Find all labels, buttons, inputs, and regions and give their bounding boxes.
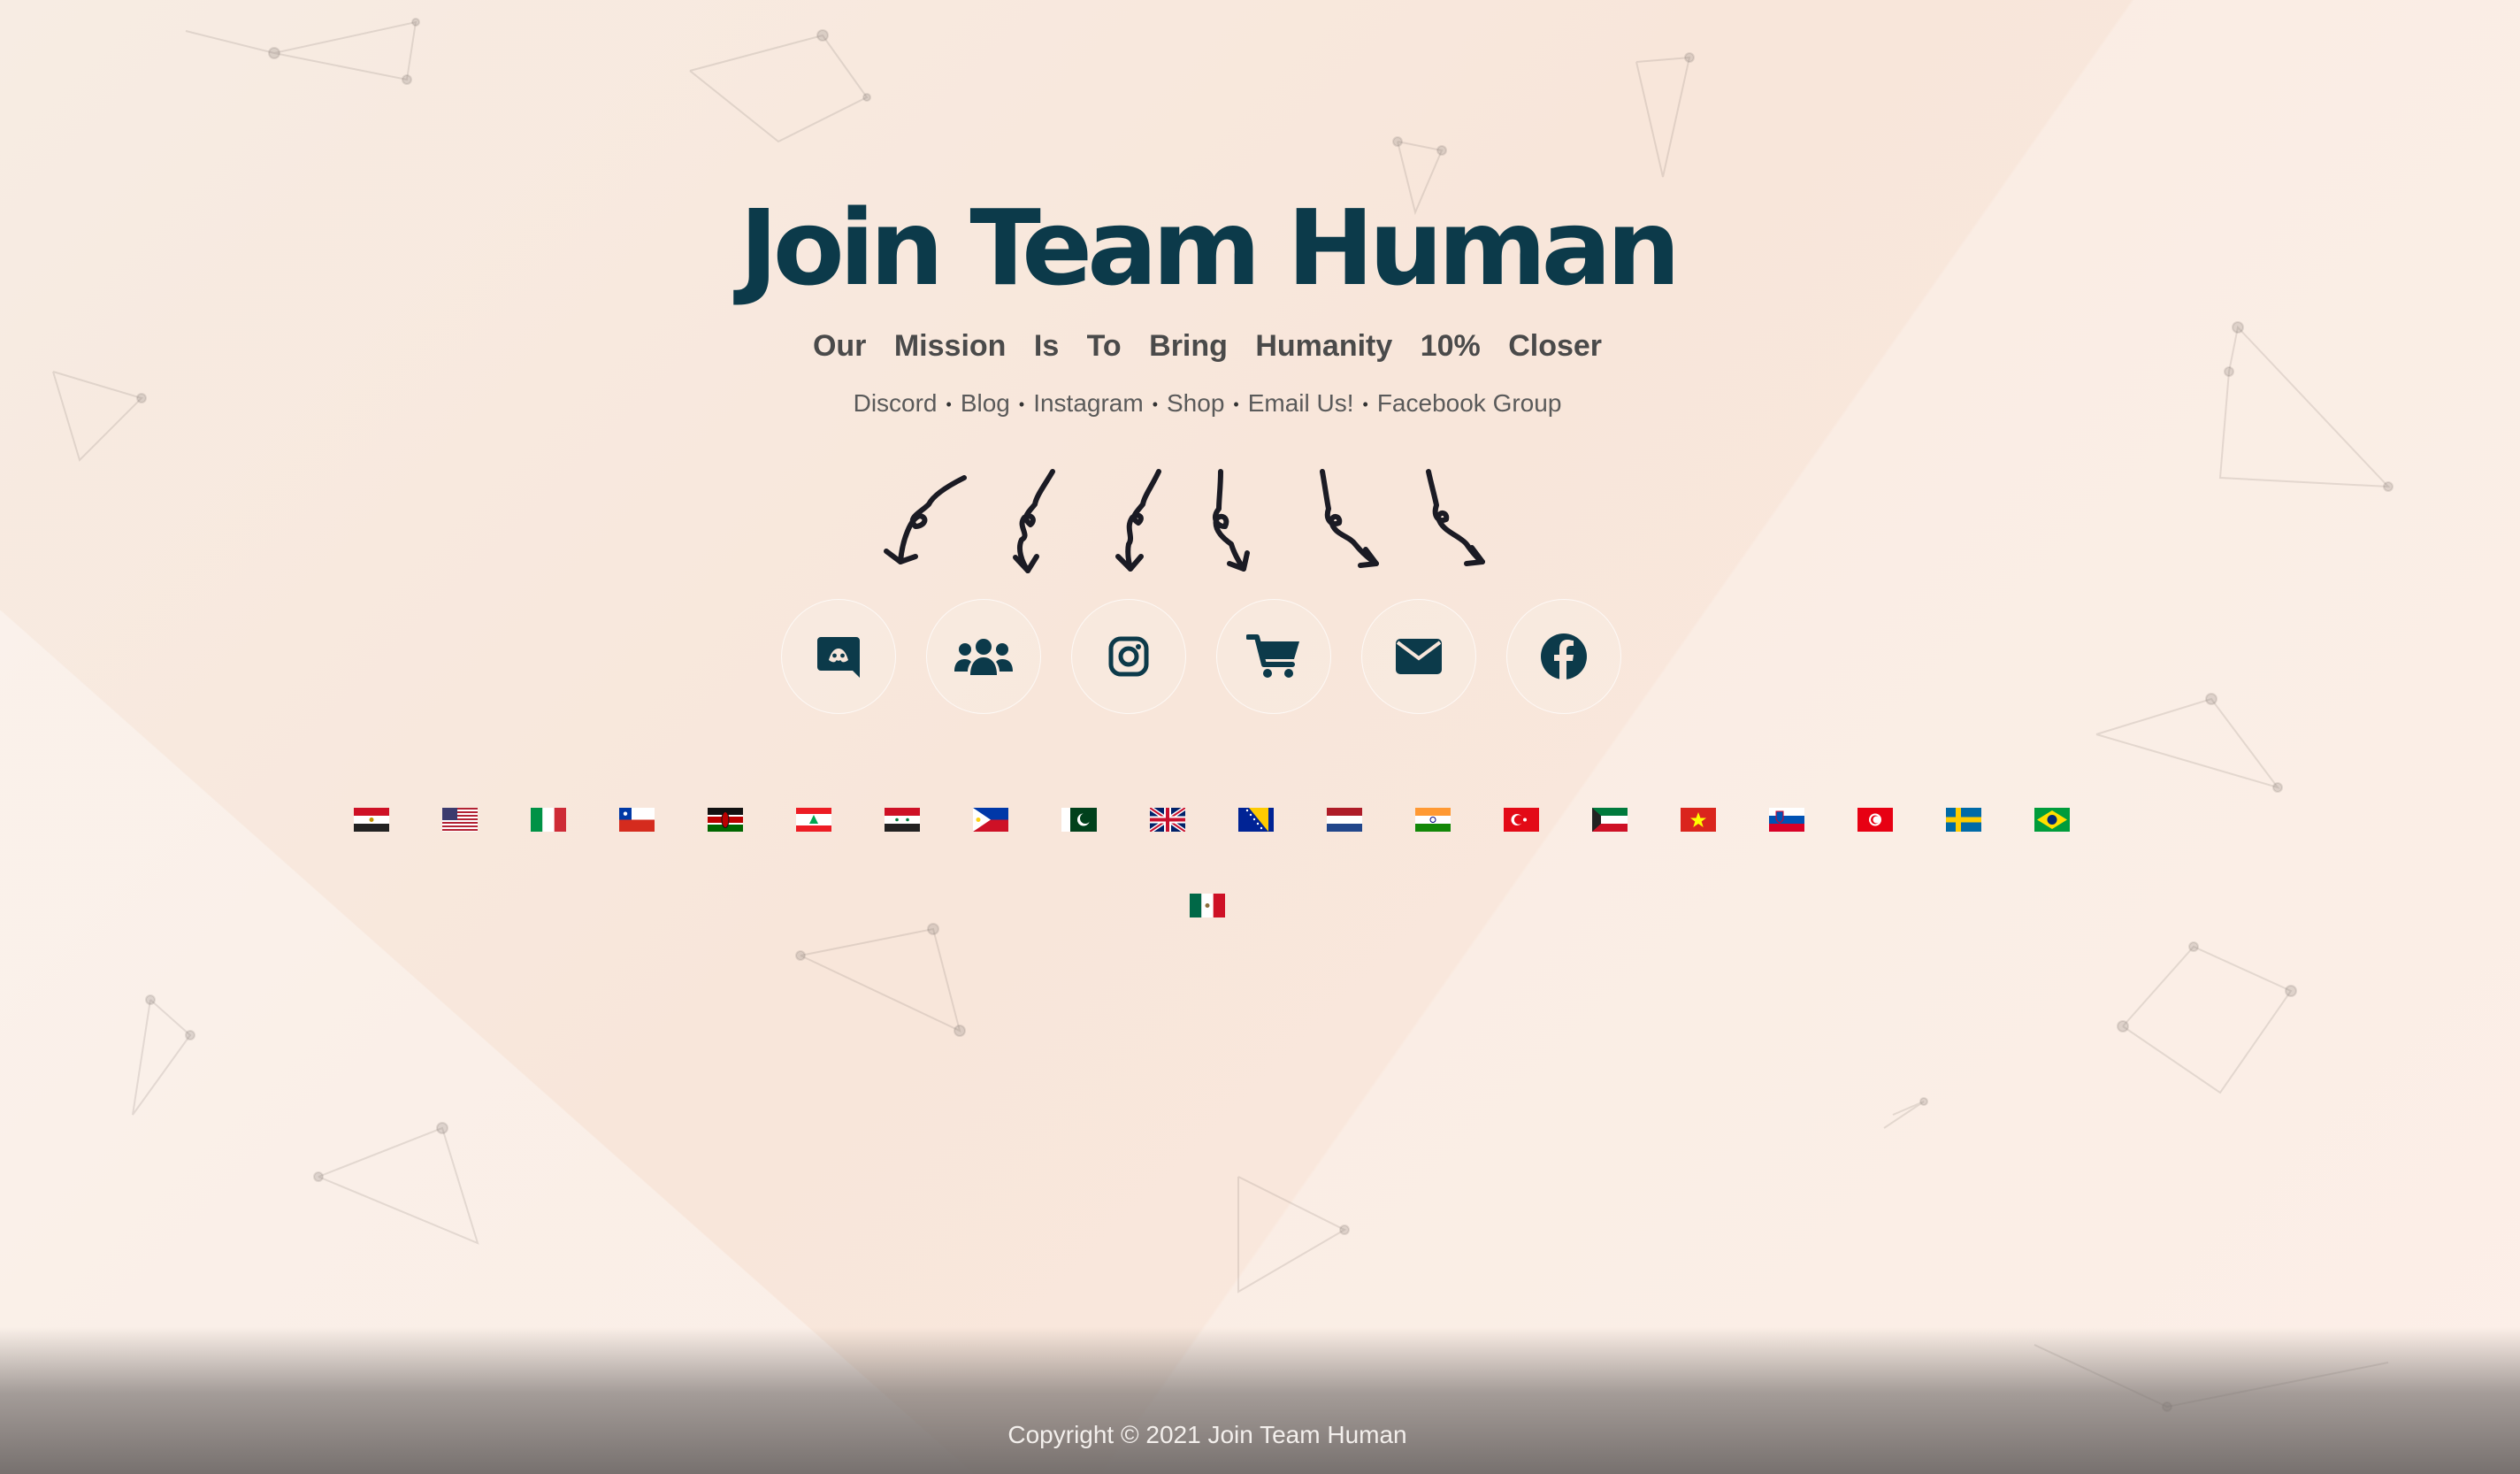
page-title: Join Team Human xyxy=(739,187,1681,309)
instagram-icon xyxy=(1108,636,1149,677)
flag-united-kingdom[interactable] xyxy=(1150,808,1185,832)
flag-vietnam[interactable] xyxy=(1681,808,1716,832)
email-link[interactable]: Email Us! xyxy=(1248,389,1354,417)
arrow-down-right-icon xyxy=(1213,469,1250,572)
separator: • xyxy=(1362,395,1368,414)
arrow-down-right-icon xyxy=(1320,469,1379,568)
country-flags xyxy=(0,808,2520,932)
users-group-icon xyxy=(954,639,1013,675)
flag-philippines[interactable] xyxy=(973,808,1008,832)
mission-subtitle: Our Mission Is To Bring Humanity 10% Clo… xyxy=(812,329,1603,363)
flag-egypt[interactable] xyxy=(354,808,389,832)
footer-bar xyxy=(0,1327,2520,1474)
envelope-icon xyxy=(1396,639,1442,674)
facebook-icon xyxy=(1541,633,1587,679)
social-buttons xyxy=(781,599,1621,714)
flag-netherlands[interactable] xyxy=(1327,808,1362,832)
arrow-down-right-icon xyxy=(1426,469,1485,566)
separator: • xyxy=(1018,395,1025,414)
flag-united-states[interactable] xyxy=(442,808,478,832)
instagram-button[interactable] xyxy=(1071,599,1186,714)
shop-link[interactable]: Shop xyxy=(1167,389,1224,417)
discord-icon xyxy=(817,637,860,678)
arrow-down-icon xyxy=(1115,469,1161,572)
nav-links: Discord • Blog • Instagram • Shop • Email Us! • Fa… xyxy=(0,389,2415,418)
flag-chile[interactable] xyxy=(619,808,655,832)
arrow-down-icon xyxy=(1013,469,1055,573)
email-button[interactable] xyxy=(1361,599,1476,714)
flag-kuwait[interactable] xyxy=(1592,808,1628,832)
shop-button[interactable] xyxy=(1216,599,1331,714)
community-button[interactable] xyxy=(926,599,1041,714)
cart-icon xyxy=(1246,634,1299,678)
flag-brazil[interactable] xyxy=(2034,808,2070,832)
facebook-button[interactable] xyxy=(1506,599,1621,714)
separator: • xyxy=(1152,395,1158,414)
separator: • xyxy=(1233,395,1239,414)
flag-pakistan[interactable] xyxy=(1061,808,1097,832)
hand-drawn-arrows xyxy=(884,469,1485,573)
flag-tunisia[interactable] xyxy=(1857,808,1893,832)
flag-lebanon[interactable] xyxy=(796,808,831,832)
flag-syria[interactable] xyxy=(885,808,920,832)
flag-turkey[interactable] xyxy=(1504,808,1539,832)
flag-kenya[interactable] xyxy=(708,808,743,832)
flag-bosnia[interactable] xyxy=(1238,808,1274,832)
flag-mexico[interactable] xyxy=(1190,894,1225,917)
flag-slovenia[interactable] xyxy=(1769,808,1804,832)
discord-link[interactable]: Discord xyxy=(854,389,938,417)
separator: • xyxy=(946,395,952,414)
flag-india[interactable] xyxy=(1415,808,1451,832)
flag-sweden[interactable] xyxy=(1946,808,1981,832)
arrow-down-left-icon xyxy=(884,475,967,564)
discord-button[interactable] xyxy=(781,599,896,714)
blog-link[interactable]: Blog xyxy=(961,389,1010,417)
facebook-group-link[interactable]: Facebook Group xyxy=(1377,389,1562,417)
copyright-text: Copyright © 2021 Join Team Human xyxy=(1007,1421,1407,1448)
flag-italy[interactable] xyxy=(531,808,566,832)
instagram-link[interactable]: Instagram xyxy=(1033,389,1144,417)
